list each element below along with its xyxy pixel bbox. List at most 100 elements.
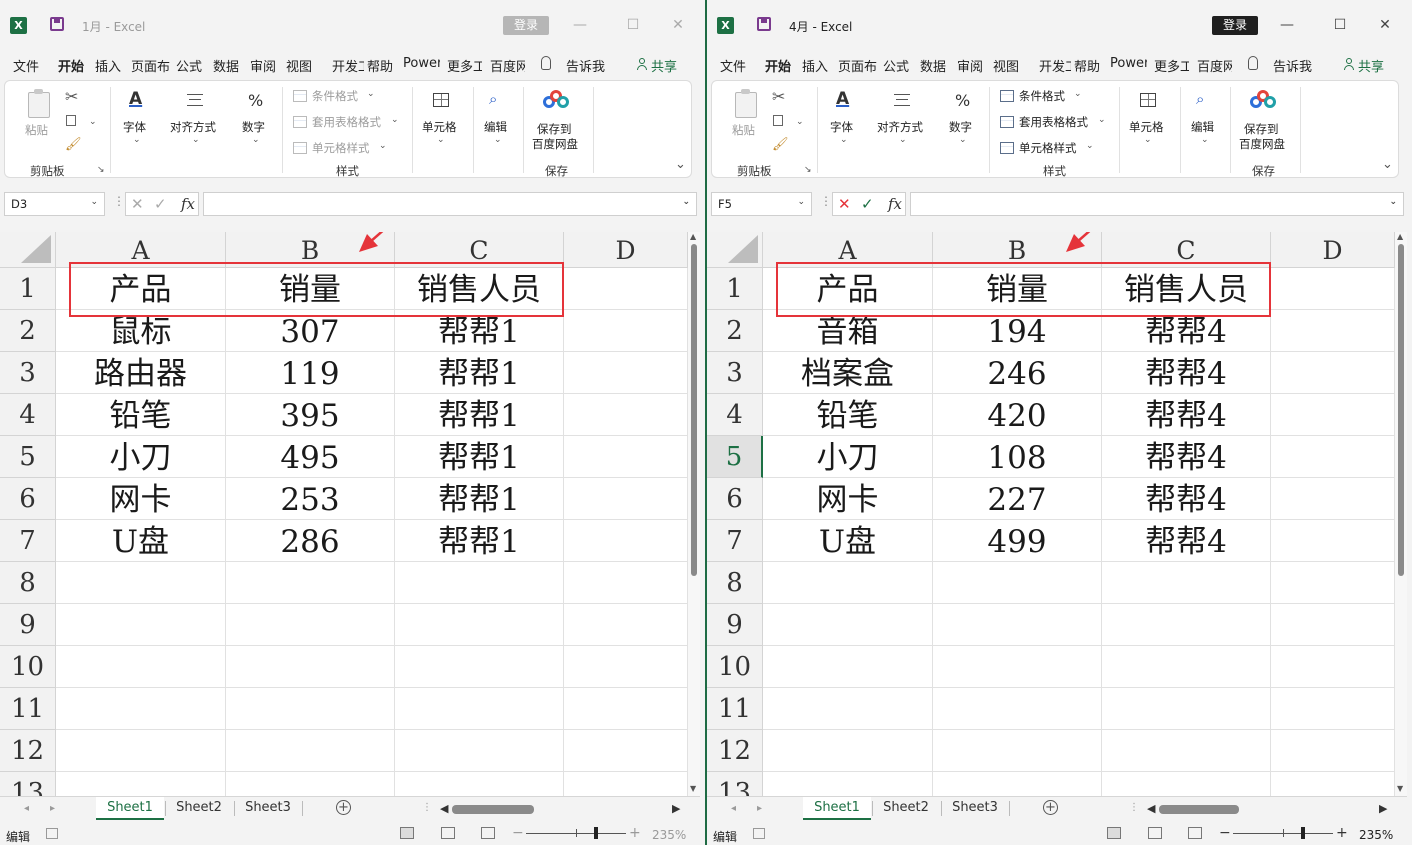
editing-dropdown-icon[interactable]: ⌄ — [494, 135, 502, 145]
cell-D12[interactable] — [564, 730, 688, 772]
cell-D3[interactable] — [1271, 352, 1395, 394]
cell-C13[interactable] — [1102, 772, 1271, 796]
cell-A7[interactable]: U盘 — [56, 520, 226, 562]
row-header-4[interactable]: 4 — [707, 394, 763, 436]
close-icon[interactable]: ✕ — [1374, 14, 1396, 36]
conditional-format-dropdown-icon[interactable]: ⌄ — [1074, 89, 1082, 99]
menu-item-3[interactable]: 页面布 — [131, 56, 170, 75]
scroll-right-icon[interactable]: ▶ — [672, 802, 680, 815]
menu-item-7[interactable]: 视图 — [993, 56, 1019, 75]
menu-item-3[interactable]: 页面布 — [838, 56, 877, 75]
conditional-format-dropdown-icon[interactable]: ⌄ — [367, 89, 375, 99]
enter-icon[interactable]: ✓ — [861, 195, 874, 213]
cell-style-dropdown-icon[interactable]: ⌄ — [379, 141, 387, 151]
search-edit-icon[interactable]: ⌕ — [1196, 90, 1204, 108]
cell-D1[interactable] — [1271, 268, 1395, 310]
row-header-2[interactable]: 2 — [0, 310, 56, 352]
conditional-format-button[interactable]: 条件格式 — [1019, 88, 1065, 104]
add-sheet-icon[interactable]: + — [1043, 800, 1058, 815]
cancel-icon[interactable]: ✕ — [838, 195, 851, 213]
row-header-9[interactable]: 9 — [707, 604, 763, 646]
cell-B12[interactable] — [933, 730, 1102, 772]
clipboard-launcher-icon[interactable]: ↘ — [97, 165, 105, 175]
macro-record-icon[interactable] — [46, 828, 58, 839]
cell-B5[interactable]: 495 — [226, 436, 395, 478]
cell-B4[interactable]: 420 — [933, 394, 1102, 436]
cell-C11[interactable] — [395, 688, 564, 730]
save-to-baidu-button[interactable]: 保存到 — [1244, 121, 1279, 137]
menu-item-11[interactable]: 更多工 — [1154, 56, 1189, 75]
cell-A12[interactable] — [56, 730, 226, 772]
row-header-13[interactable]: 13 — [0, 772, 56, 796]
row-header-12[interactable]: 12 — [0, 730, 56, 772]
cell-B11[interactable] — [933, 688, 1102, 730]
cell-D6[interactable] — [564, 478, 688, 520]
column-header-D[interactable]: D — [1271, 232, 1395, 268]
cut-icon[interactable]: ✂ — [65, 87, 78, 106]
cell-C4[interactable]: 帮帮4 — [1102, 394, 1271, 436]
cell-A8[interactable] — [763, 562, 933, 604]
cell-A8[interactable] — [56, 562, 226, 604]
row-header-8[interactable]: 8 — [707, 562, 763, 604]
cell-D2[interactable] — [564, 310, 688, 352]
save-to-baidu-button-line2[interactable]: 百度网盘 — [1239, 136, 1285, 152]
copy-icon[interactable] — [773, 115, 783, 126]
cell-D13[interactable] — [564, 772, 688, 796]
cell-D8[interactable] — [1271, 562, 1395, 604]
vertical-scroll-thumb[interactable] — [1398, 244, 1404, 576]
insert-function-icon[interactable]: fx — [888, 195, 902, 213]
menu-item-4[interactable]: 公式 — [176, 56, 202, 75]
font-icon[interactable]: A — [836, 89, 849, 109]
cell-C8[interactable] — [395, 562, 564, 604]
cell-B8[interactable] — [933, 562, 1102, 604]
cell-B9[interactable] — [226, 604, 395, 646]
name-box-dropdown-icon[interactable]: ⌄ — [797, 197, 805, 207]
tab-split-grip-icon[interactable]: ⋮ — [1129, 802, 1139, 813]
scroll-down-icon[interactable]: ▼ — [690, 784, 696, 793]
cancel-icon[interactable]: ✕ — [131, 195, 144, 213]
font-button[interactable]: 字体 — [123, 119, 146, 135]
cell-A11[interactable] — [56, 688, 226, 730]
number-format-icon[interactable]: % — [248, 91, 263, 110]
horizontal-scroll-thumb[interactable] — [452, 805, 534, 814]
cell-A9[interactable] — [763, 604, 933, 646]
row-header-5[interactable]: 5 — [707, 436, 763, 478]
sheet-tab-2[interactable]: Sheet2 — [165, 797, 233, 820]
name-box[interactable]: F5 ⌄ — [711, 192, 812, 216]
font-dropdown-icon[interactable]: ⌄ — [840, 135, 848, 145]
cell-A6[interactable]: 网卡 — [56, 478, 226, 520]
cells-icon[interactable] — [1140, 93, 1156, 107]
maximize-icon[interactable]: ☐ — [1329, 14, 1351, 36]
menu-item-0[interactable]: 文件 — [13, 56, 39, 75]
search-edit-icon[interactable]: ⌕ — [489, 90, 497, 108]
cell-A13[interactable] — [763, 772, 933, 796]
cells-dropdown-icon[interactable]: ⌄ — [437, 135, 445, 145]
cell-D5[interactable] — [1271, 436, 1395, 478]
zoom-out-icon[interactable]: − — [512, 825, 524, 841]
cell-C5[interactable]: 帮帮1 — [395, 436, 564, 478]
cell-A9[interactable] — [56, 604, 226, 646]
cell-C9[interactable] — [1102, 604, 1271, 646]
cell-D9[interactable] — [564, 604, 688, 646]
cell-D4[interactable] — [1271, 394, 1395, 436]
cell-A12[interactable] — [763, 730, 933, 772]
zoom-out-icon[interactable]: − — [1219, 825, 1231, 841]
clipboard-launcher-icon[interactable]: ↘ — [804, 165, 812, 175]
menu-item-5[interactable]: 数据 — [920, 56, 946, 75]
cell-A5[interactable]: 小刀 — [56, 436, 226, 478]
cell-A3[interactable]: 路由器 — [56, 352, 226, 394]
number-dropdown-icon[interactable]: ⌄ — [959, 135, 967, 145]
formula-input[interactable]: ⌄ — [203, 192, 697, 216]
cell-A10[interactable] — [56, 646, 226, 688]
formula-input[interactable]: ⌄ — [910, 192, 1404, 216]
cell-C6[interactable]: 帮帮4 — [1102, 478, 1271, 520]
baidu-cloud-icon[interactable] — [543, 90, 569, 110]
sheet-tab-1[interactable]: Sheet1 — [803, 797, 871, 820]
cell-A10[interactable] — [763, 646, 933, 688]
table-format-button[interactable]: 套用表格格式 — [1019, 114, 1088, 130]
sheet-prev-icon[interactable]: ◂ — [731, 803, 736, 814]
cell-D5[interactable] — [564, 436, 688, 478]
row-header-11[interactable]: 11 — [0, 688, 56, 730]
row-header-11[interactable]: 11 — [707, 688, 763, 730]
login-button[interactable]: 登录 — [503, 16, 549, 35]
